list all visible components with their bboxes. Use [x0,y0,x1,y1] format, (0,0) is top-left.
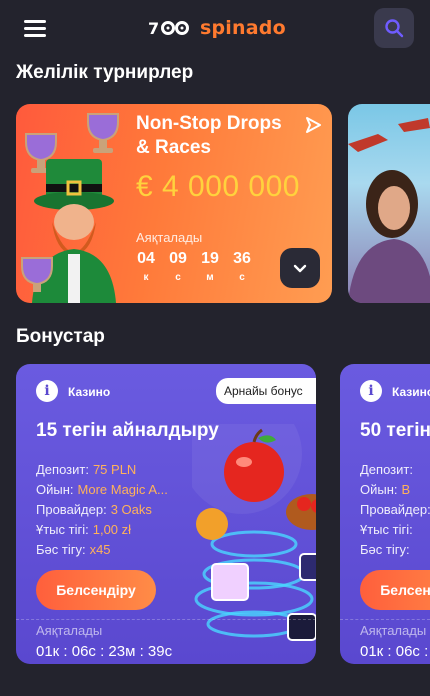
bonus-detail-row: Ұтыс тігі: 1,00 zł [36,522,132,537]
search-icon [385,19,404,38]
bonus-category: Казино [68,385,111,399]
timer-unit: 09 с [169,250,187,283]
logo-brand-text: spinado [200,17,286,39]
bonus-detail-row: Депозит: 75 PLN [36,462,137,477]
logo-mark-icon: 7 [148,19,189,38]
info-icon[interactable]: i [360,380,382,402]
tournament-card-peek[interactable] [348,104,430,303]
activate-button[interactable]: Белсендіру [360,570,430,610]
leprechaun-art [21,113,119,303]
woman-pilot-art [348,118,430,303]
divider [340,619,430,620]
chevron-down-icon [293,264,307,273]
bonus-countdown: 01к : 06с : 23м : 39с [360,643,430,660]
hamburger-menu-icon[interactable] [24,20,46,37]
search-button[interactable] [374,8,414,48]
tournament-prize: € 4 000 000 [136,170,300,203]
timer-unit: 36 с [233,250,251,283]
bonus-category: Казино [392,385,430,399]
bonus-badge: Арнайы бонус [216,378,316,404]
bonus-title: 50 тегін айналдыру [360,420,430,441]
bonus-detail-row: Ұтыс тігі: [360,522,413,537]
bonus-details: Депозит: Ойын: B Провайдер: Ұтыс тігі: Бә… [360,460,430,560]
bonus-detail-row: Депозит: [360,462,413,477]
bonuses-section-title: Бонустар [16,326,105,347]
tournaments-section-title: Желілік турнирлер [16,62,194,83]
bonus-card[interactable]: i Казино Арнайы бонус 15 тегін айналдыру… [16,364,316,664]
divider [16,619,316,620]
bonus-ends-label: Аяқталады [36,623,103,638]
top-header: 7 spinado [0,0,430,56]
tournament-ends-label: Аяқталады [136,230,203,245]
bonus-detail-row: Ойын: More Magic A... [36,482,168,497]
tournament-card[interactable]: Non-Stop Drops & Races € 4 000 000 Аяқта… [16,104,332,303]
svg-text:7: 7 [148,19,159,38]
bonus-detail-row: Провайдер: [360,502,430,517]
apple-spin-art [192,424,316,641]
activate-button[interactable]: Белсендіру [36,570,156,610]
bonus-card-peek[interactable]: i Казино 50 тегін айналдыру Депозит: Ойы… [340,364,430,664]
bonus-ends-label: Аяқталады [360,623,427,638]
bonus-detail-row: Ойын: B [360,482,411,497]
bonus-detail-row: Бәс тігу: x45 [36,542,111,557]
timer-unit: 19 м [201,250,219,283]
expand-button[interactable] [280,248,320,288]
tournament-title: Non-Stop Drops & Races [136,113,282,158]
tournament-timer: 04 к 09 с 19 м 36 с [134,250,254,283]
bonus-countdown: 01к : 06с : 23м : 39с [36,643,173,660]
bonus-title: 15 тегін айналдыру [36,420,219,441]
bonus-details: Депозит: 75 PLN Ойын: More Magic A... Пров… [36,460,168,560]
share-icon [306,117,321,133]
timer-unit: 04 к [137,250,155,283]
info-icon[interactable]: i [36,380,58,402]
share-button[interactable] [304,116,322,139]
bonus-detail-row: Провайдер: 3 Oaks [36,502,152,517]
bonus-detail-row: Бәс тігу: [360,542,410,557]
logo[interactable]: 7 spinado [148,14,286,42]
